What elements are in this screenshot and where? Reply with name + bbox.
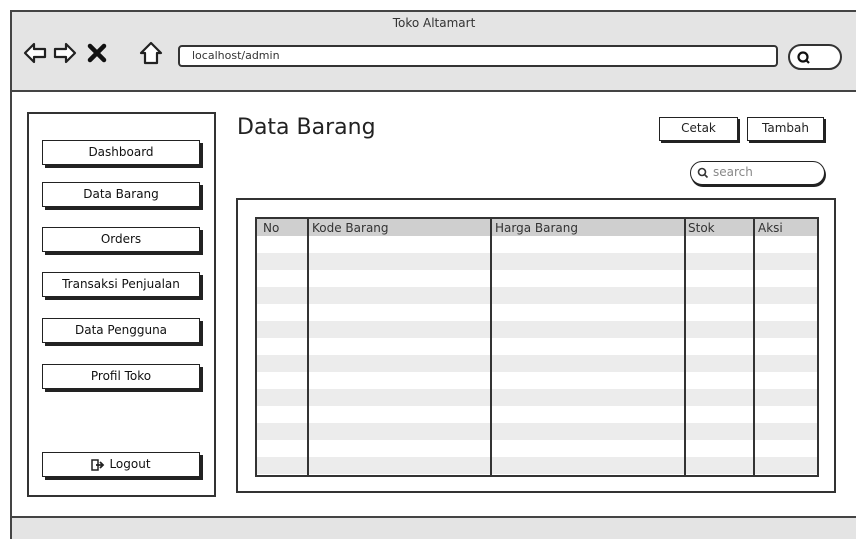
sidebar-item-dashboard[interactable]: Dashboard [42,140,200,165]
status-bar [12,516,856,539]
search-icon [797,51,810,64]
page-title: Data Barang [237,115,376,140]
search-input[interactable]: search [690,161,825,185]
logout-icon [91,458,105,471]
column-header-no: No [263,221,280,235]
column-divider [753,219,755,475]
column-header-stok: Stok [688,221,715,235]
column-divider [307,219,309,475]
table-row [257,355,817,372]
sidebar [27,112,216,497]
print-button[interactable]: Cetak [659,117,738,141]
column-divider [684,219,686,475]
sidebar-item-transaksi-penjualan[interactable]: Transaksi Penjualan [42,272,200,297]
table-row [257,423,817,440]
column-header-harga-barang: Harga Barang [495,221,578,235]
table-row [257,406,817,423]
table-row [257,304,817,321]
sidebar-item-profil-toko[interactable]: Profil Toko [42,364,200,389]
logout-button[interactable]: Logout [42,452,200,477]
column-divider [490,219,492,475]
table-row [257,457,817,474]
table-row [257,270,817,287]
search-placeholder: search [713,165,753,179]
table-row [257,338,817,355]
column-header-aksi: Aksi [758,221,783,235]
data-table: No Kode Barang Harga Barang Stok Aksi [255,217,819,477]
logout-label: Logout [109,457,151,471]
back-icon[interactable] [22,40,48,66]
sidebar-item-data-pengguna[interactable]: Data Pengguna [42,318,200,343]
window-title: Toko Altamart [392,16,476,30]
forward-icon[interactable] [52,40,78,66]
search-icon [697,167,709,179]
column-header-kode-barang: Kode Barang [312,221,389,235]
table-row [257,253,817,270]
sidebar-item-data-barang[interactable]: Data Barang [42,182,200,207]
table-row [257,321,817,338]
home-icon[interactable] [138,40,164,66]
table-row [257,389,817,406]
add-button[interactable]: Tambah [747,117,824,141]
table-row [257,236,817,253]
url-bar[interactable]: localhost/admin [178,45,778,67]
browser-search-button[interactable] [788,44,842,70]
table-row [257,440,817,457]
table-row [257,287,817,304]
close-icon[interactable] [84,40,110,66]
sidebar-item-orders[interactable]: Orders [42,227,200,252]
table-row [257,372,817,389]
